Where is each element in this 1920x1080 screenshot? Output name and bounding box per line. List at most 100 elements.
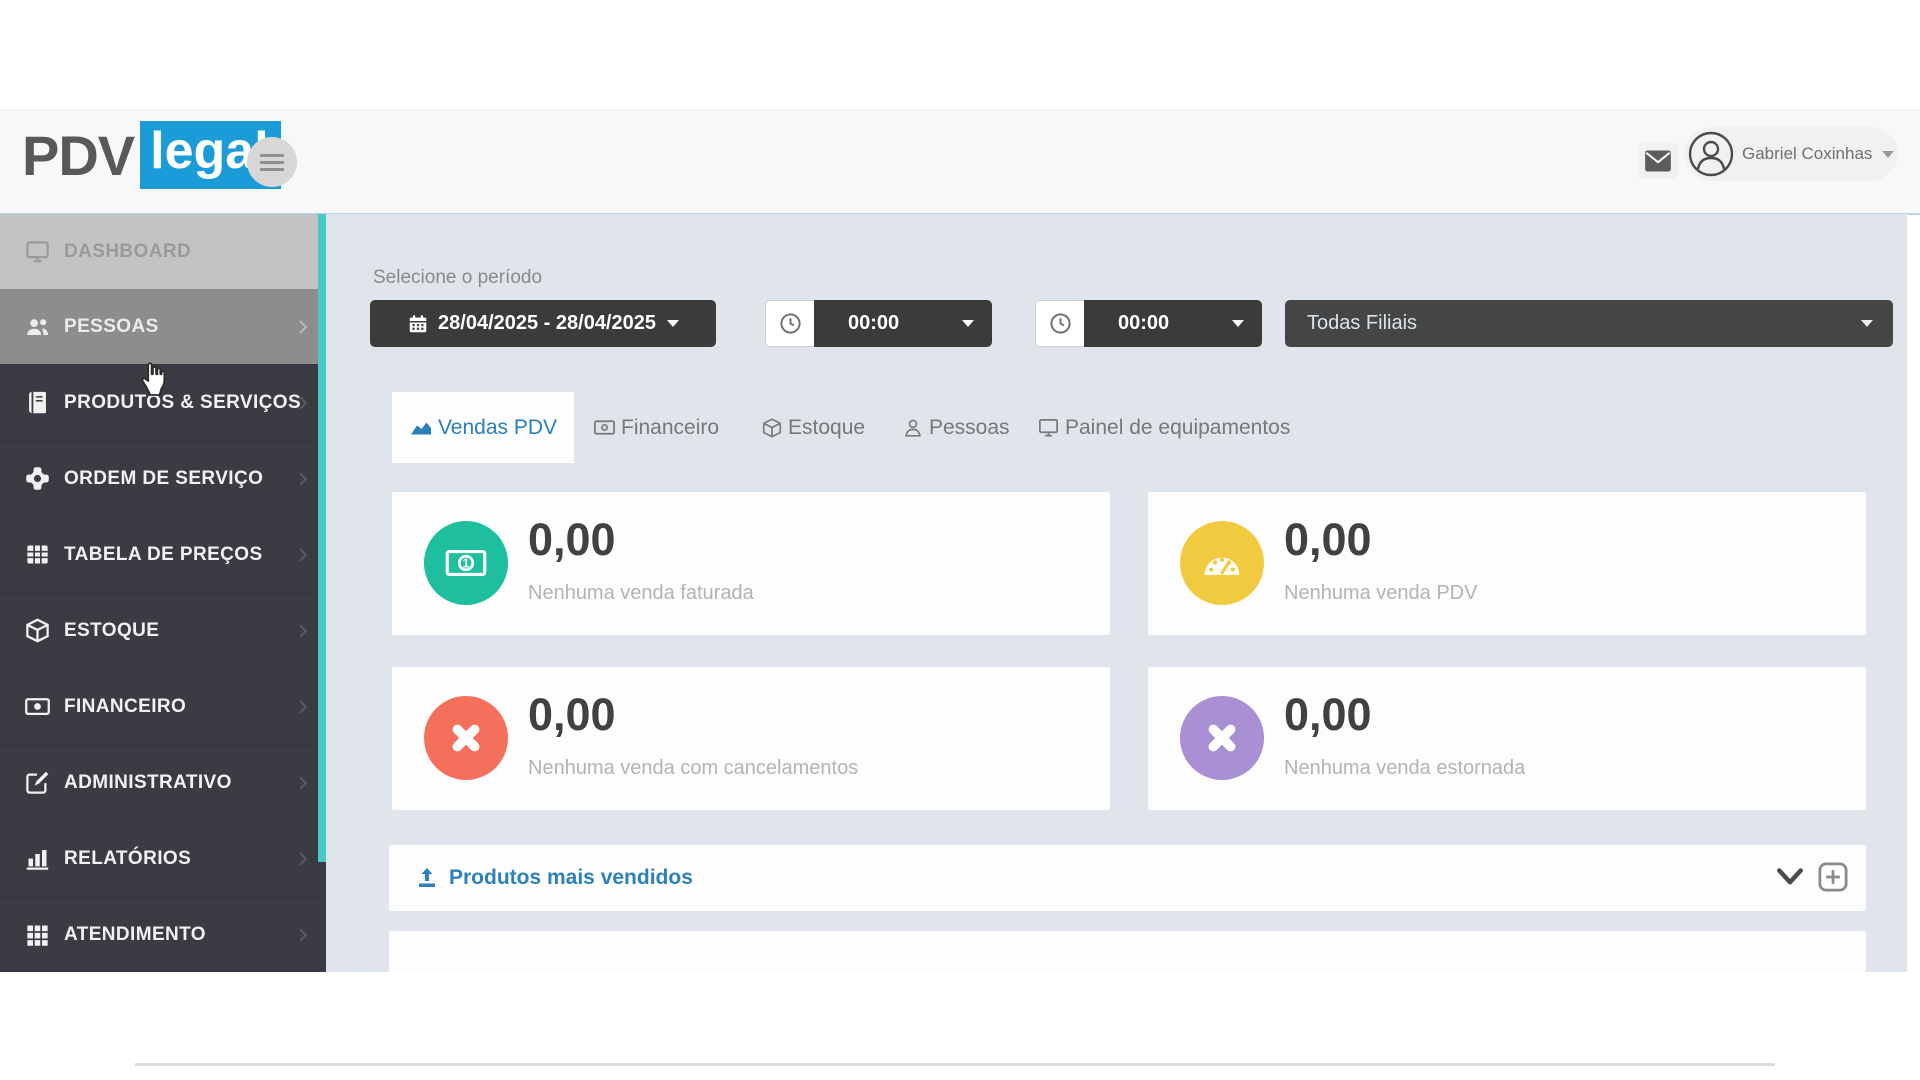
cube-icon	[761, 417, 783, 439]
calendar-icon	[407, 313, 429, 335]
stat-value: 0,00	[1284, 514, 1372, 565]
monitor-icon	[1037, 416, 1060, 439]
sidebar-item-relatorios[interactable]: RELATÓRIOS	[0, 820, 326, 896]
branch-select-value: Todas Filiais	[1307, 312, 1418, 334]
chevron-right-icon	[296, 850, 310, 868]
sidebar-item-label: ESTOQUE	[64, 619, 160, 641]
main-content: Selecione o período 28/04/2025 - 28/04/2…	[326, 214, 1907, 972]
sidebar-scrollbar[interactable]	[318, 214, 326, 862]
period-label: Selecione o período	[373, 267, 543, 288]
clock-icon	[1035, 300, 1084, 347]
sidebar-item-dashboard[interactable]: DASHBOARD	[0, 214, 326, 289]
branch-select[interactable]: Todas Filiais	[1285, 300, 1893, 347]
money-icon	[593, 416, 616, 439]
stat-caption: Nenhuma venda faturada	[528, 582, 754, 604]
chevron-down-icon	[1232, 320, 1244, 327]
chevron-down-icon	[1861, 320, 1873, 327]
sidebar-item-label: RELATÓRIOS	[64, 847, 192, 869]
sidebar-item-label: ORDEM DE SERVIÇO	[64, 467, 264, 489]
area-chart-icon	[409, 416, 433, 440]
sidebar-item-label: PESSOAS	[64, 315, 159, 337]
user-menu[interactable]: Gabriel Coxinhas	[1684, 127, 1898, 181]
sidebar-item-administrativo[interactable]: ADMINISTRATIVO	[0, 744, 326, 820]
book-icon	[24, 389, 51, 416]
sidebar-item-financeiro[interactable]: FINANCEIRO	[0, 668, 326, 744]
stat-card-venda-pdv: 0,00 Nenhuma venda PDV	[1148, 492, 1866, 635]
chevron-down-icon[interactable]	[1775, 865, 1807, 891]
tab-vendas-pdv[interactable]: Vendas PDV	[392, 392, 574, 463]
envelope-icon[interactable]	[1638, 143, 1678, 179]
app-logo: PDV legal	[22, 121, 281, 189]
bar-chart-icon	[24, 845, 51, 872]
sidebar-item-atendimento[interactable]: ATENDIMENTO	[0, 896, 326, 972]
user-name: Gabriel Coxinhas	[1742, 144, 1873, 163]
tab-financeiro[interactable]: Financeiro	[593, 392, 719, 463]
upload-icon	[415, 866, 439, 890]
sidebar-item-label: PRODUTOS & SERVIÇOS	[64, 391, 302, 413]
chevron-right-icon	[296, 470, 310, 488]
table-icon	[24, 541, 51, 568]
date-range-picker[interactable]: 28/04/2025 - 28/04/2025	[370, 300, 716, 347]
tab-estoque[interactable]: Estoque	[761, 392, 865, 463]
sidebar-item-estoque[interactable]: ESTOQUE	[0, 592, 326, 668]
money-icon	[24, 693, 51, 720]
chevron-right-icon	[296, 774, 310, 792]
produtos-mais-vendidos-panel: Produtos mais vendidos	[389, 845, 1866, 911]
chevron-right-icon	[296, 394, 310, 412]
tab-pessoas[interactable]: Pessoas	[902, 392, 1010, 463]
x-icon	[424, 696, 508, 780]
sidebar-item-label: FINANCEIRO	[64, 695, 187, 717]
chevron-right-icon	[296, 546, 310, 564]
stat-caption: Nenhuma venda PDV	[1284, 582, 1478, 604]
pdv-legal-dashboard: PDV legal Gabriel Coxinhas DASHBOARD PES…	[0, 0, 1920, 1080]
tab-label: Estoque	[788, 415, 866, 439]
stat-caption: Nenhuma venda com cancelamentos	[528, 757, 859, 779]
gear-icon	[24, 465, 51, 492]
sidebar-nav: DASHBOARD PESSOAS PRODUTOS & SERVIÇOS OR…	[0, 214, 326, 972]
chevron-down-icon	[1882, 150, 1895, 158]
tab-label: Financeiro	[621, 415, 720, 439]
time-to-value: 00:00	[1118, 312, 1170, 334]
top-header: PDV legal Gabriel Coxinhas	[0, 110, 1920, 215]
sidebar-item-tabela-de-precos[interactable]: TABELA DE PREÇOS	[0, 516, 326, 592]
chevron-right-icon	[296, 926, 310, 944]
chevron-right-icon	[296, 622, 310, 640]
time-from-picker[interactable]: 00:00	[765, 300, 992, 347]
bottom-divider	[135, 1063, 1775, 1066]
stat-value: 0,00	[528, 689, 616, 740]
person-circle-icon	[1688, 131, 1734, 177]
edit-icon	[24, 769, 51, 796]
tab-painel-de-equipamentos[interactable]: Painel de equipamentos	[1037, 392, 1290, 463]
tab-label: Painel de equipamentos	[1065, 415, 1291, 439]
person-icon	[902, 417, 924, 439]
users-icon	[24, 313, 51, 340]
clock-icon	[765, 300, 814, 347]
chevron-down-icon	[666, 320, 679, 327]
produtos-mais-vendidos-link[interactable]: Produtos mais vendidos	[415, 845, 693, 911]
x-icon	[1180, 696, 1264, 780]
logo-text-pdv: PDV	[22, 123, 135, 187]
chevron-down-icon	[962, 320, 974, 327]
panel-title-label: Produtos mais vendidos	[449, 866, 693, 889]
grid-icon	[24, 921, 51, 948]
sidebar-item-pessoas[interactable]: PESSOAS	[0, 289, 326, 364]
stat-value: 0,00	[1284, 689, 1372, 740]
sidebar-item-label: DASHBOARD	[64, 240, 192, 262]
cube-icon	[24, 617, 51, 644]
dashboard-tabs: Vendas PDV Financeiro Estoque Pessoas Pa…	[326, 392, 1907, 463]
hamburger-menu-icon[interactable]	[247, 137, 297, 187]
sidebar-item-ordem-de-servico[interactable]: ORDEM DE SERVIÇO	[0, 440, 326, 516]
sidebar-item-produtos-servicos[interactable]: PRODUTOS & SERVIÇOS	[0, 364, 326, 440]
stat-caption: Nenhuma venda estornada	[1284, 757, 1526, 779]
tab-label: Vendas PDV	[437, 415, 558, 439]
date-range-value: 28/04/2025 - 28/04/2025	[438, 312, 656, 334]
time-from-value: 00:00	[848, 312, 900, 334]
stat-card-venda-faturada: 1 0,00 Nenhuma venda faturada	[392, 492, 1110, 635]
plus-square-icon[interactable]	[1817, 861, 1849, 893]
sidebar-item-label: TABELA DE PREÇOS	[64, 543, 263, 565]
next-panel-partial	[389, 931, 1866, 972]
tab-label: Pessoas	[929, 415, 1010, 439]
sidebar-item-label: ATENDIMENTO	[64, 923, 206, 945]
time-to-picker[interactable]: 00:00	[1035, 300, 1262, 347]
stat-value: 0,00	[528, 514, 616, 565]
